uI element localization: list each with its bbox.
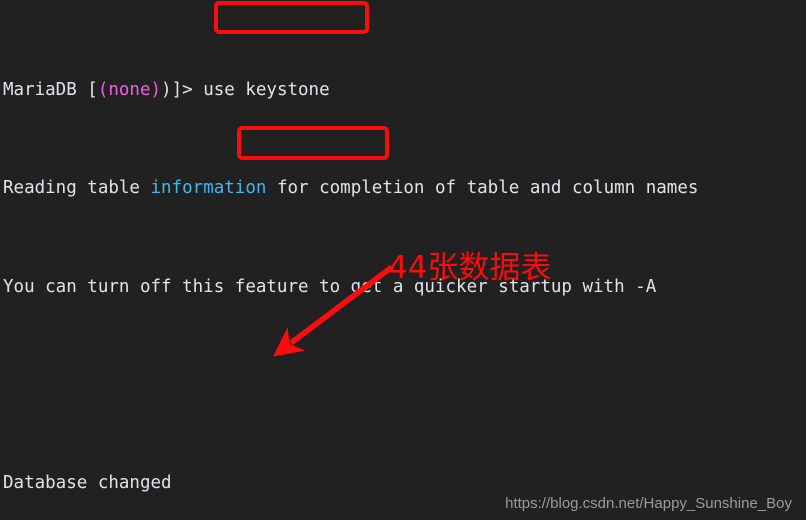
terminal-screenshot: MariaDB [(none))]> use keystone Reading … [0, 0, 806, 520]
terminal-line-reading-table: Reading table information for completion… [3, 176, 806, 201]
command-use-keystone: use keystone [203, 79, 330, 100]
reading-table-suffix: for completion of table and column names [266, 178, 699, 199]
prompt-prefix: MariaDB [ [3, 79, 98, 100]
reading-table-keyword: information [150, 178, 267, 199]
annotation-callout-label: 44张数据表 [388, 250, 552, 286]
reading-table-prefix: Reading table [3, 178, 151, 199]
terminal-line-prompt-use: MariaDB [(none))]> use keystone [3, 78, 806, 103]
terminal-line-database-changed: Database changed [3, 473, 172, 494]
prompt-database-none: (none) [97, 79, 162, 100]
prompt-suffix: )]> [161, 79, 204, 100]
watermark-url: https://blog.csdn.net/Happy_Sunshine_Boy [505, 495, 792, 512]
